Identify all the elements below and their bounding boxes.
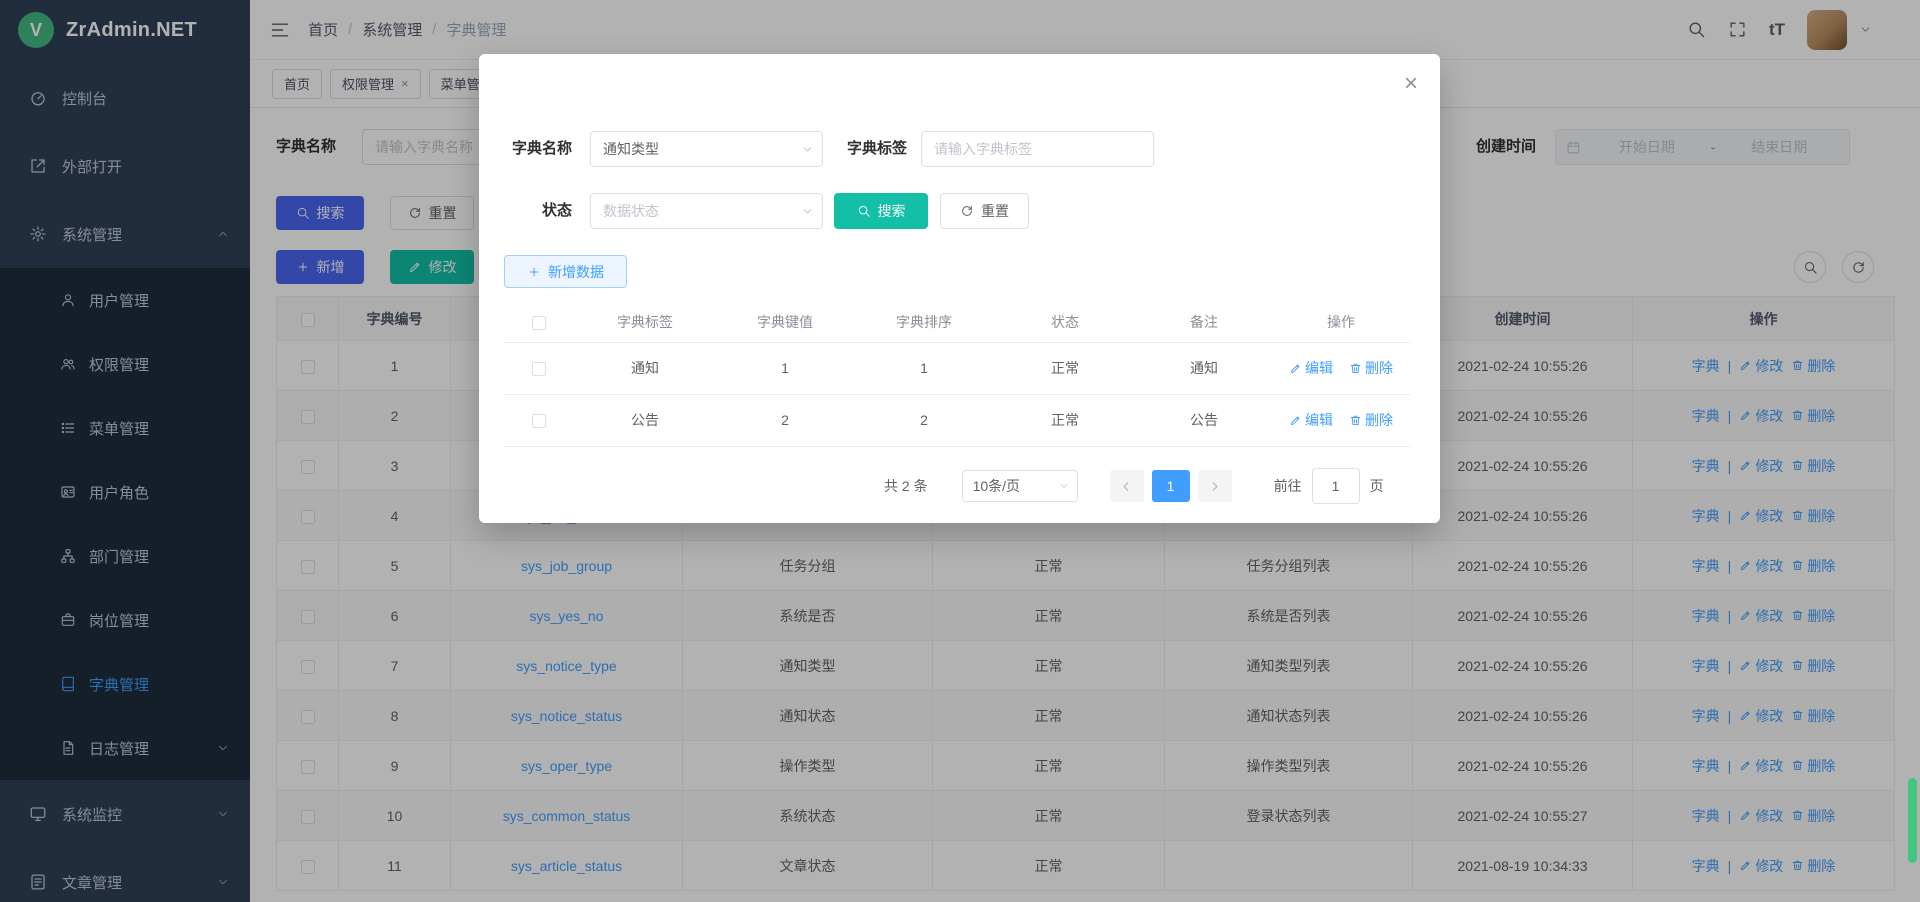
edit-link[interactable]: 编辑	[1289, 358, 1333, 378]
add-dict-data-button[interactable]: 新增数据	[504, 255, 627, 288]
dict-data-dialog: × 字典名称 通知类型 字典标签 状态 数据状态 搜索 重置 新增数据	[479, 54, 1440, 523]
dialog-dict-name-label: 字典名称	[504, 131, 572, 167]
row-checkbox[interactable]	[532, 414, 546, 428]
table-header-row: 字典标签 字典键值 字典排序 状态 备注 操作	[504, 302, 1410, 342]
row-checkbox[interactable]	[532, 362, 546, 376]
delete-link[interactable]: 删除	[1349, 358, 1393, 378]
dialog-dict-label-input[interactable]	[921, 131, 1154, 167]
prev-page-button[interactable]	[1110, 470, 1144, 502]
goto-page-input[interactable]	[1312, 468, 1360, 504]
delete-link[interactable]: 删除	[1349, 410, 1393, 430]
pagination-total: 共 2 条	[884, 476, 928, 496]
dialog-search-button[interactable]: 搜索	[834, 193, 928, 229]
select-all-checkbox[interactable]	[532, 316, 546, 330]
close-icon[interactable]: ×	[1404, 72, 1418, 96]
edit-link[interactable]: 编辑	[1289, 410, 1333, 430]
page-number-button[interactable]: 1	[1152, 470, 1190, 502]
page-unit-label: 页	[1370, 476, 1384, 496]
dialog-dict-name-select[interactable]: 通知类型	[590, 131, 823, 167]
dialog-status-label: 状态	[504, 193, 572, 229]
row-actions: 编辑删除	[1272, 410, 1410, 430]
dialog-status-select[interactable]: 数据状态	[590, 193, 823, 229]
chevron-down-icon	[801, 143, 814, 156]
page-size-select[interactable]: 10条/页	[962, 470, 1078, 502]
dict-data-table: 字典标签 字典键值 字典排序 状态 备注 操作 通知 1 1 正常 通知 编辑删…	[504, 302, 1410, 447]
chevron-down-icon	[1058, 480, 1070, 492]
screen: V ZrAdmin.NET 控制台 外部打开 系统管理 用户管理	[0, 0, 1920, 902]
dialog-reset-button[interactable]: 重置	[940, 193, 1029, 229]
table-row: 通知 1 1 正常 通知 编辑删除	[504, 342, 1410, 394]
goto-label: 前往	[1274, 476, 1302, 496]
row-actions: 编辑删除	[1272, 358, 1410, 378]
scrollbar-thumb[interactable]	[1908, 778, 1917, 863]
dialog-dict-label-label: 字典标签	[839, 131, 907, 167]
next-page-button[interactable]	[1198, 470, 1232, 502]
chevron-down-icon	[801, 205, 814, 218]
pagination: 共 2 条 10条/页 1 前往 页	[884, 470, 1384, 502]
table-row: 公告 2 2 正常 公告 编辑删除	[504, 394, 1410, 446]
